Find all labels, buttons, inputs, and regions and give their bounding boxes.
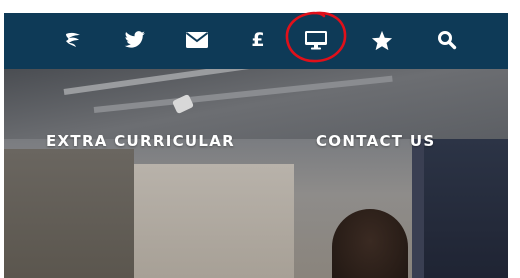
pound-glyph: £: [251, 28, 265, 51]
window: [424, 139, 508, 278]
school-crest-icon-graphic: [66, 32, 80, 47]
hero-background-photo: [4, 69, 508, 278]
ceiling: [4, 69, 508, 139]
wall-panel: [4, 149, 134, 278]
school-crest-icon[interactable]: [60, 27, 86, 53]
nav-link-contact-us[interactable]: CONTACT US: [316, 132, 435, 150]
star-icon[interactable]: [369, 27, 395, 53]
right-margin: [508, 0, 520, 278]
monitor-icon-graphic: [305, 31, 327, 50]
top-margin: [0, 0, 520, 13]
twitter-icon-graphic: [124, 31, 145, 48]
search-icon-graphic: [438, 31, 457, 50]
monitor-icon[interactable]: [303, 27, 329, 53]
star-icon-graphic: [371, 30, 393, 50]
nav-link-extra-curricular[interactable]: EXTRA CURRICULAR: [46, 132, 235, 150]
page-frame: £ EXTRA CURRICULAR CONTACT US: [0, 0, 520, 278]
search-icon[interactable]: [434, 27, 460, 53]
pound-icon[interactable]: £: [245, 27, 271, 53]
back-wall: [134, 164, 294, 278]
mail-icon-graphic: [185, 32, 209, 48]
twitter-icon[interactable]: [122, 27, 148, 53]
person-silhouette: [332, 209, 408, 278]
mail-icon[interactable]: [184, 27, 210, 53]
